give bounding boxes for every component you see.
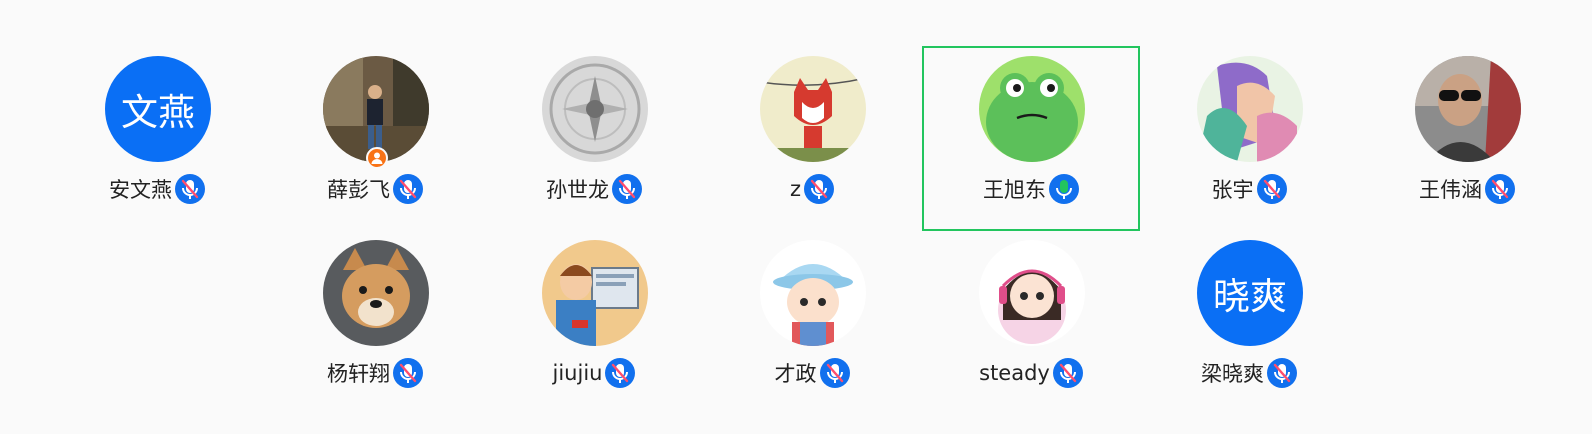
participant-tile[interactable]: 王伟涵 [1358, 46, 1576, 231]
host-badge-icon [366, 147, 388, 169]
participant-name: steady [979, 361, 1050, 385]
mic-muted-icon[interactable] [605, 358, 636, 388]
participant-name-row: jiujiu [485, 356, 703, 390]
avatar [1197, 56, 1303, 162]
participant-name-row: 张宇 [1140, 172, 1358, 206]
participant-tile[interactable]: 杨轩翔 [266, 230, 484, 415]
participant-name: 薛彭飞 [327, 178, 390, 202]
participant-name: 张宇 [1211, 178, 1254, 202]
participant-tile[interactable]: steady [922, 230, 1140, 415]
participant-tile[interactable]: 薛彭飞 [266, 46, 484, 231]
participant-name-row: 薛彭飞 [266, 172, 484, 206]
participant-name-row: 孙世龙 [485, 172, 703, 206]
avatar [979, 240, 1085, 346]
participant-name-row: 才政 [703, 356, 921, 390]
participant-name: 王旭东 [983, 178, 1046, 202]
avatar-initials: 文燕 [121, 91, 195, 134]
participant-name-row: 杨轩翔 [266, 356, 484, 390]
participant-name: z [789, 177, 802, 201]
participant-name-row: z [703, 172, 921, 206]
participant-name-row: 王旭东 [924, 172, 1138, 206]
participant-tile[interactable]: z [703, 46, 921, 231]
mic-muted-icon[interactable] [804, 174, 835, 204]
participant-name: 杨轩翔 [327, 362, 390, 386]
mic-active-icon[interactable] [1049, 174, 1079, 204]
participant-name-row: 安文燕 [48, 172, 266, 206]
avatar [760, 240, 866, 346]
mic-muted-icon[interactable] [175, 174, 205, 204]
participant-grid: 文燕 安文燕 薛彭飞 孙世龙 z 王旭东 张宇 王伟涵 杨轩翔 jiujiu 才… [0, 0, 1592, 434]
participant-tile[interactable]: 张宇 [1140, 46, 1358, 231]
participant-name-row: steady [922, 356, 1140, 390]
participant-tile-speaking[interactable]: 王旭东 [922, 46, 1140, 231]
participant-tile[interactable]: 孙世龙 [485, 46, 703, 231]
participant-name: 孙世龙 [546, 178, 609, 202]
mic-muted-icon[interactable] [393, 174, 423, 204]
participant-name: jiujiu [552, 361, 603, 385]
participant-name: 才政 [774, 362, 817, 386]
participant-name: 梁晓爽 [1201, 362, 1264, 386]
mic-muted-icon[interactable] [1052, 358, 1083, 388]
avatar [760, 56, 866, 162]
participant-tile[interactable]: 文燕 安文燕 [48, 46, 266, 231]
participant-name: 安文燕 [109, 178, 172, 202]
participant-name-row: 王伟涵 [1358, 172, 1576, 206]
participant-name-row: 梁晓爽 [1140, 356, 1358, 390]
avatar: 晓爽 [1197, 240, 1303, 346]
avatar [542, 56, 648, 162]
participant-tile[interactable]: jiujiu [485, 230, 703, 415]
avatar [542, 240, 648, 346]
mic-muted-icon[interactable] [1267, 358, 1297, 388]
avatar: 文燕 [105, 56, 211, 162]
avatar [1415, 56, 1521, 162]
mic-muted-icon[interactable] [393, 358, 423, 388]
mic-muted-icon[interactable] [612, 174, 642, 204]
participant-name: 王伟涵 [1419, 178, 1482, 202]
mic-muted-icon[interactable] [819, 358, 850, 388]
avatar-initials: 晓爽 [1213, 275, 1287, 318]
mic-muted-icon[interactable] [1485, 174, 1515, 204]
avatar [979, 56, 1085, 162]
participant-tile[interactable]: 才政 [703, 230, 921, 415]
mic-muted-icon[interactable] [1256, 174, 1287, 204]
participant-tile[interactable]: 晓爽 梁晓爽 [1140, 230, 1358, 415]
avatar [323, 240, 429, 346]
